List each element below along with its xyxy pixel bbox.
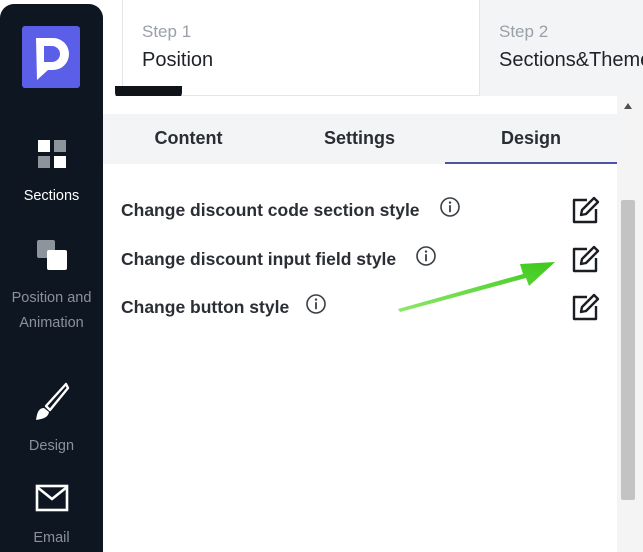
scroll-up-arrow-icon[interactable] [624, 103, 632, 109]
info-icon[interactable] [439, 196, 461, 218]
sidebar-item-design[interactable]: Design [0, 382, 103, 459]
edit-icon[interactable] [570, 293, 600, 321]
info-icon[interactable] [305, 293, 327, 315]
settings-panel: Content Settings Design Change discount … [103, 96, 617, 552]
step-name: Position [142, 49, 214, 71]
brush-icon [35, 382, 69, 420]
option-label: Change discount input field style [121, 249, 397, 269]
step-name: Sections&Theme [499, 49, 643, 71]
vertical-scrollbar[interactable] [617, 96, 643, 552]
edit-icon[interactable] [570, 245, 600, 273]
tab-bar: Content Settings Design [103, 114, 617, 164]
logo-icon [22, 26, 80, 88]
position-animation-icon [36, 240, 67, 270]
option-label: Change discount code section style [121, 200, 420, 220]
sidebar-item-sections[interactable]: Sections [0, 138, 103, 209]
step-position[interactable]: Step 1 Position [122, 0, 480, 96]
sidebar-item-label: Email [33, 530, 70, 546]
sections-icon [37, 140, 66, 168]
scrollbar-thumb[interactable] [621, 200, 635, 500]
step-number: Step 2 [499, 22, 549, 41]
sidebar-item-label: Position and Animation [11, 290, 92, 331]
step-sections-theme[interactable]: Step 2 Sections&Theme [480, 0, 643, 96]
sidebar-item-position-animation[interactable]: Position and Animation [0, 238, 103, 336]
step-number: Step 1 [142, 22, 192, 41]
sidebar-item-label: Design [28, 438, 75, 454]
tab-design[interactable]: Design [445, 114, 617, 164]
annotation-arrow-icon [398, 262, 555, 312]
design-option-discount-code-section: Change discount code section style [121, 196, 601, 226]
tab-content[interactable]: Content [103, 114, 274, 164]
option-label: Change button style [121, 297, 290, 317]
edit-icon[interactable] [570, 196, 600, 224]
email-icon [35, 484, 68, 512]
sidebar: Sections Position and Animation Design E… [0, 4, 103, 552]
tab-settings[interactable]: Settings [274, 114, 445, 164]
sidebar-item-email[interactable]: Email [0, 484, 103, 551]
sidebar-item-label: Sections [23, 188, 80, 204]
app-window: Sections Position and Animation Design E… [0, 0, 643, 552]
